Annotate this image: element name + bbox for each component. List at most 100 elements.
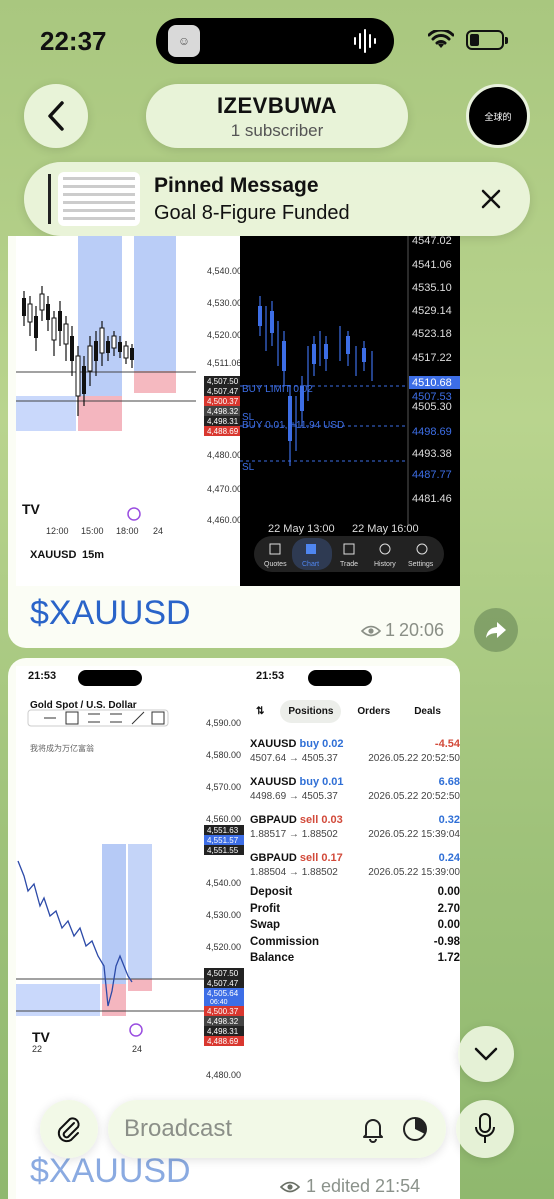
- svg-text:4517.22: 4517.22: [412, 352, 452, 364]
- clock-icon: ◷: [457, 700, 460, 723]
- audio-wave-icon: [354, 29, 376, 53]
- pinned-message-bar[interactable]: Pinned Message Goal 8-Figure Funded: [24, 162, 530, 236]
- svg-text:4541.06: 4541.06: [412, 259, 452, 271]
- price-label: 4,470.00: [207, 484, 240, 494]
- wifi-icon: [428, 30, 454, 48]
- message-meta: 1 edited 21:54: [280, 1176, 420, 1197]
- back-button[interactable]: [24, 84, 88, 148]
- share-button[interactable]: [474, 608, 518, 652]
- svg-text:24: 24: [132, 1044, 142, 1054]
- price-label: 4,520.00: [207, 330, 240, 340]
- position-row: XAUUSD buy 0.01 6.68 4498.69 → 4505.37 202…: [250, 776, 460, 802]
- svg-text:4,507.50: 4,507.50: [207, 377, 239, 386]
- svg-text:4,570.00: 4,570.00: [206, 782, 241, 792]
- broadcast-input[interactable]: [124, 1114, 344, 1144]
- svg-text:4,590.00: 4,590.00: [206, 718, 241, 728]
- microphone-icon: [475, 1113, 495, 1143]
- close-icon[interactable]: [478, 186, 504, 212]
- position-row: GBPAUD sell 0.03 0.32 1.88517 → 1.88502 20…: [250, 814, 460, 840]
- svg-text:4,498.31: 4,498.31: [207, 417, 239, 426]
- chevron-left-icon: [48, 101, 64, 131]
- svg-text:22 May 16:00: 22 May 16:00: [352, 523, 419, 535]
- svg-text:History: History: [374, 561, 396, 568]
- svg-text:TV: TV: [32, 1029, 51, 1045]
- svg-text:4,560.00: 4,560.00: [206, 814, 241, 824]
- view-count: 1: [384, 620, 395, 640]
- message-caption: $XAUUSD: [30, 594, 191, 632]
- scroll-to-bottom-button[interactable]: [458, 1026, 514, 1082]
- price-label: 4,530.00: [207, 298, 240, 308]
- svg-text:4,500.37: 4,500.37: [207, 397, 239, 406]
- account-summary: Deposit 0.00 Profit 2.70 Swap 0.00 Commissi…: [250, 886, 460, 964]
- mini-status-time: 21:53: [256, 670, 285, 682]
- svg-text:4,498.31: 4,498.31: [207, 1027, 239, 1036]
- price-label: 4,540.00: [207, 266, 240, 276]
- svg-text:12:00: 12:00: [46, 526, 69, 536]
- status-time: 22:37: [40, 26, 107, 56]
- svg-text:4,520.00: 4,520.00: [206, 942, 241, 952]
- channel-avatar[interactable]: 全球的: [466, 84, 530, 148]
- svg-text:4,551.55: 4,551.55: [207, 846, 239, 855]
- eye-icon: [360, 625, 381, 636]
- svg-text:15m: 15m: [82, 549, 104, 561]
- bell-icon[interactable]: [358, 1114, 388, 1144]
- svg-text:BUY 0.01, +11.94 USD: BUY 0.01, +11.94 USD: [242, 420, 344, 431]
- svg-text:4,500.37: 4,500.37: [207, 1007, 239, 1016]
- microphone-button[interactable]: [456, 1100, 514, 1158]
- svg-text:06:40: 06:40: [210, 999, 228, 1006]
- tradingview-chart-image: 4,540.00 4,530.00 4,520.00 4,511.06 4,48…: [16, 236, 242, 586]
- svg-text:4,540.00: 4,540.00: [206, 878, 241, 888]
- svg-text:BUY LIMIT 0.02: BUY LIMIT 0.02: [242, 384, 313, 395]
- svg-text:22 May 13:00: 22 May 13:00: [268, 523, 335, 535]
- svg-text:4,480.00: 4,480.00: [206, 1070, 241, 1080]
- price-label: 4,480.00: [207, 450, 240, 460]
- position-row: GBPAUD sell 0.17 0.24 1.88504 → 1.88502 20…: [250, 852, 460, 878]
- pinned-text: Goal 8-Figure Funded: [154, 202, 350, 224]
- timer-icon[interactable]: [400, 1114, 430, 1144]
- svg-text:4,488.69: 4,488.69: [207, 427, 239, 436]
- position-row: XAUUSD buy 0.02 -4.54 4507.64 → 4505.37 20…: [250, 738, 460, 764]
- svg-text:4,507.47: 4,507.47: [207, 979, 239, 988]
- forward-icon: [486, 622, 506, 638]
- tab-orders: Orders: [357, 705, 391, 717]
- tab-positions: Positions: [280, 699, 342, 723]
- message-meta: 1 20:06: [360, 620, 444, 641]
- svg-text:4498.69: 4498.69: [412, 426, 452, 438]
- svg-text:4,498.32: 4,498.32: [207, 1017, 239, 1026]
- message-bubble[interactable]: 4,540.00 4,530.00 4,520.00 4,511.06 4,48…: [8, 236, 460, 648]
- eye-icon: [280, 1181, 300, 1192]
- battery-icon: [466, 30, 508, 50]
- channel-name: IZEVBUWA: [216, 93, 338, 118]
- svg-text:4,507.47: 4,507.47: [207, 387, 239, 396]
- now-playing-artwork-icon: ☺: [168, 25, 200, 57]
- dynamic-island: ☺: [156, 18, 394, 64]
- svg-text:4,551.63: 4,551.63: [207, 826, 239, 835]
- mini-island: [308, 670, 372, 686]
- svg-text:TV: TV: [22, 501, 41, 517]
- svg-text:18:00: 18:00: [116, 526, 139, 536]
- svg-text:4547.02: 4547.02: [412, 236, 452, 247]
- channel-title[interactable]: IZEVBUWA 1 subscriber: [146, 84, 408, 148]
- svg-text:4523.18: 4523.18: [412, 328, 452, 340]
- svg-text:Trade: Trade: [340, 561, 358, 568]
- mt5-chart-image: BUY LIMIT 0.02 SL BUY 0.01, +11.94 USD S…: [240, 236, 460, 586]
- positions-tabs: ⇅ Positions Orders Deals ◷: [248, 696, 460, 726]
- paperclip-icon: [57, 1117, 80, 1143]
- svg-text:4510.68: 4510.68: [412, 377, 452, 389]
- svg-text:4,551.57: 4,551.57: [207, 836, 239, 845]
- svg-text:4,498.32: 4,498.32: [207, 407, 239, 416]
- attach-button[interactable]: [40, 1100, 98, 1158]
- svg-text:24: 24: [153, 526, 163, 536]
- status-bar: 22:37 ☺: [0, 0, 554, 80]
- subscriber-count: 1 subscriber: [230, 121, 324, 140]
- svg-text:4,505.64: 4,505.64: [207, 989, 239, 998]
- svg-text:Quotes: Quotes: [264, 561, 287, 568]
- svg-text:4,488.69: 4,488.69: [207, 1037, 239, 1046]
- svg-text:4481.46: 4481.46: [412, 493, 452, 505]
- svg-text:22: 22: [32, 1044, 42, 1054]
- price-label: 4,460.00: [207, 515, 240, 525]
- svg-text:4493.38: 4493.38: [412, 448, 452, 460]
- message-time: 20:06: [398, 620, 444, 640]
- pinned-title: Pinned Message: [154, 174, 319, 197]
- svg-text:4,580.00: 4,580.00: [206, 750, 241, 760]
